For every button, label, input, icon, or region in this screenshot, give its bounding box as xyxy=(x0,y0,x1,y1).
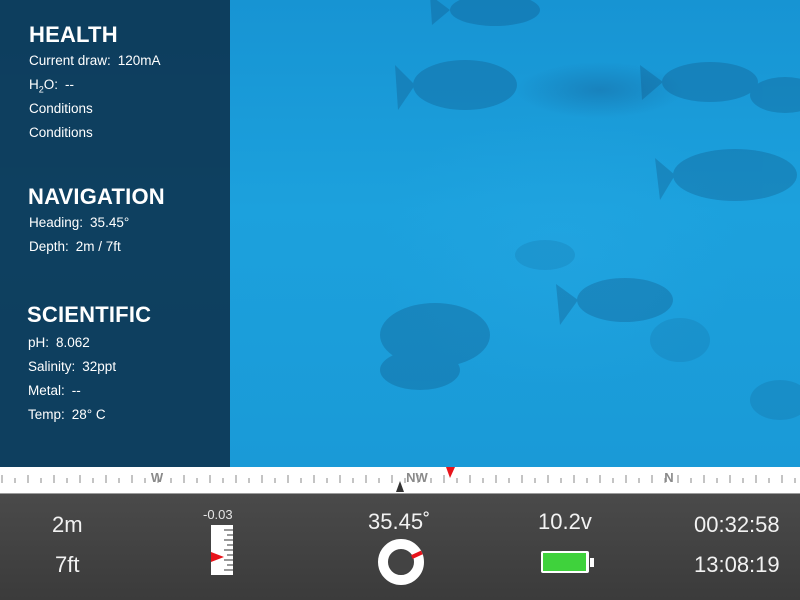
vertical-rate-readout: -0.03 xyxy=(203,507,233,522)
temp-value: 28° C xyxy=(71,407,106,422)
h2o-label-suffix: O: xyxy=(43,77,59,92)
heading-row: Heading: 35.45° xyxy=(29,215,129,230)
compass-label-w: W xyxy=(151,470,164,485)
metal-row: Metal: -- xyxy=(28,383,81,398)
current-draw-label: Current draw: xyxy=(29,53,111,68)
heading-readout: 35.45˚ xyxy=(368,509,431,534)
heading-value: 35.45° xyxy=(90,215,130,230)
ph-label: pH: xyxy=(28,335,50,350)
navigation-title: NAVIGATION xyxy=(28,184,165,209)
depth-meters-readout: 2m xyxy=(52,512,83,537)
scientific-title: SCIENTIFIC xyxy=(27,302,152,327)
depth-gauge-icon xyxy=(211,525,233,575)
depth-feet-readout: 7ft xyxy=(55,552,80,577)
h2o-label-prefix: H xyxy=(29,77,39,92)
compass-label-nw: NW xyxy=(406,470,428,485)
salinity-row: Salinity: 32ppt xyxy=(28,359,116,374)
health-title: HEALTH xyxy=(29,22,118,47)
h2o-label: H2O: xyxy=(29,77,59,95)
telemetry-panel: HEALTH Current draw: 120mA H2O: -- Conditi… xyxy=(0,0,230,467)
metal-label: Metal: xyxy=(28,383,65,398)
depth-label: Depth: xyxy=(29,239,69,254)
compass-strip: W NW N xyxy=(0,467,800,494)
h2o-value: -- xyxy=(65,77,75,92)
current-draw-value: 120mA xyxy=(117,53,161,68)
ph-value: 8.062 xyxy=(56,335,90,350)
salinity-value: 32ppt xyxy=(82,359,117,374)
battery-icon xyxy=(541,551,594,573)
temp-row: Temp: 28° C xyxy=(28,407,106,422)
compass-ticks: W NW N xyxy=(1,467,796,492)
metal-value: -- xyxy=(71,383,81,398)
current-draw-row: Current draw: 120mA xyxy=(29,53,161,68)
depth-value: 2m / 7ft xyxy=(75,239,121,254)
elapsed-time-readout: 00:32:58 xyxy=(694,512,780,537)
h2o-row: H2O: -- xyxy=(29,77,74,95)
heading-dial-icon xyxy=(378,539,424,585)
conditions-row-2: Conditions xyxy=(29,125,93,140)
clock-time-readout: 13:08:19 xyxy=(694,552,780,577)
ph-row: pH: 8.062 xyxy=(28,335,90,350)
voltage-readout: 10.2v xyxy=(538,509,592,534)
target-heading-marker xyxy=(446,467,455,478)
conditions-row-1: Conditions xyxy=(29,101,93,116)
current-heading-pointer xyxy=(396,481,404,492)
salinity-label: Salinity: xyxy=(28,359,76,374)
heading-label: Heading: xyxy=(29,215,84,230)
temp-label: Temp: xyxy=(28,407,65,422)
compass-label-n: N xyxy=(664,470,673,485)
readout-bar: 2m 7ft -0.03 35.45˚ 10.2v 00:32:58 13:08… xyxy=(0,494,800,600)
depth-row: Depth: 2m / 7ft xyxy=(29,239,121,254)
